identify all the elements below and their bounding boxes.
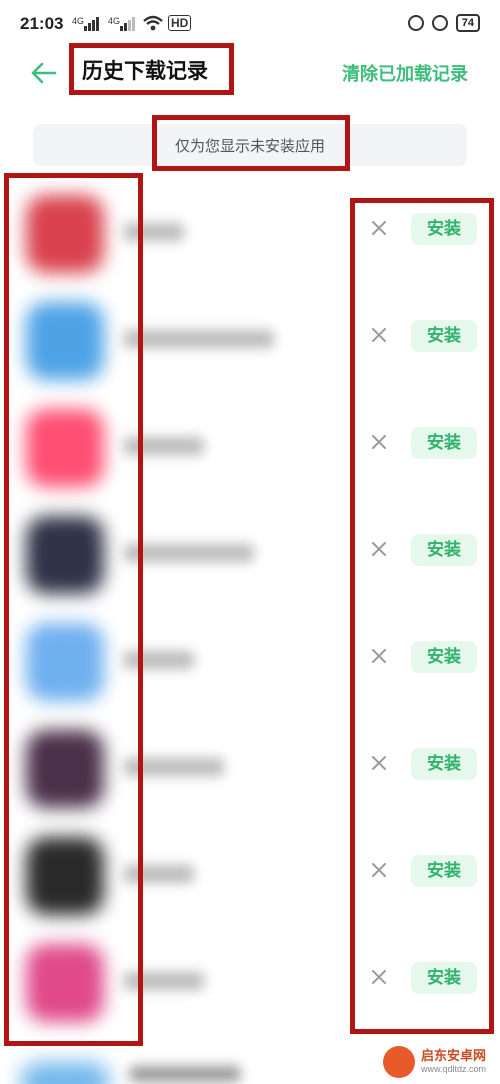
signal-strength-icon-2 [120, 17, 136, 31]
app-name-blurred [124, 330, 274, 348]
watermark-url: www.qdltdz.com [420, 1064, 486, 1074]
signal-type-label-2: 4G [108, 16, 121, 26]
signal-type-label: 4G [72, 16, 85, 26]
signal-strength-icon [84, 17, 100, 31]
watermark-logo [382, 1046, 415, 1078]
battery-indicator: 74 [455, 14, 480, 32]
wifi-icon [143, 15, 163, 31]
partial-app-icon [20, 1062, 110, 1084]
highlight-title [69, 43, 234, 95]
highlight-app-icons [4, 173, 143, 1046]
highlight-notice [152, 115, 350, 171]
alarm-icon [431, 15, 448, 31]
status-time: 21:03 [20, 14, 64, 33]
watermark-name: 启东安卓网 [420, 1049, 486, 1064]
back-arrow-icon[interactable] [28, 58, 58, 88]
highlight-actions [350, 198, 494, 1034]
hd-badge: HD [168, 15, 192, 31]
lock-rotation-icon [407, 15, 424, 31]
app-name-blurred [124, 544, 254, 562]
watermark: 启东安卓网 www.qdltdz.com [382, 1046, 486, 1078]
clear-records-button[interactable]: 清除已加载记录 [342, 60, 468, 86]
status-bar: 21:03 4G 4G HD 74 [0, 0, 500, 48]
partial-app-name [130, 1066, 240, 1082]
